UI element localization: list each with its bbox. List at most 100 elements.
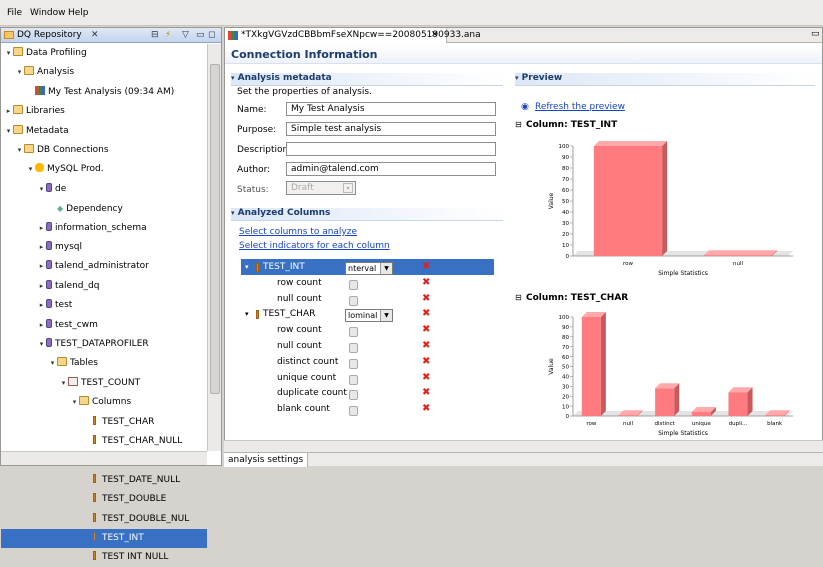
tree-item[interactable]: ▸ information_schema (1, 219, 207, 238)
delete-icon[interactable]: ✖ (422, 385, 430, 401)
indicator-options-icon[interactable] (349, 390, 358, 401)
collapse-chevron-icon[interactable]: ▸ (37, 219, 46, 238)
indicator-options-icon[interactable] (349, 343, 358, 353)
expand-chevron-icon[interactable]: ▾ (245, 306, 249, 322)
menu-help[interactable]: Help (68, 8, 89, 18)
indicator-row[interactable]: blank count ✖ (241, 401, 494, 417)
tree-item[interactable]: TEST_DATE_NULL (1, 471, 207, 490)
expand-chevron-icon[interactable]: ▾ (37, 180, 46, 199)
tree-item[interactable]: ▾ TEST_DATAPROFILER (1, 335, 207, 354)
link-editor-icon[interactable]: ⚡ (165, 30, 171, 40)
tree-item[interactable]: ▸ talend_administrator (1, 257, 207, 276)
expand-chevron-icon[interactable]: ▾ (48, 354, 57, 373)
tree-item[interactable]: TEST_DOUBLE (1, 490, 207, 509)
tree-item[interactable]: ▸ talend_dq (1, 277, 207, 296)
delete-icon[interactable]: ✖ (422, 322, 430, 338)
maximize-icon[interactable]: ◻ (208, 30, 215, 40)
tree-item[interactable]: TEST_CHAR (1, 413, 207, 432)
collapse-chevron-icon[interactable]: ▸ (37, 277, 46, 296)
scroll-thumb[interactable] (210, 64, 220, 394)
tree-item[interactable]: ▾ Analysis (1, 63, 207, 82)
editor-horizontal-scrollbar[interactable] (224, 440, 823, 452)
tree-horizontal-scrollbar[interactable] (1, 451, 207, 465)
indicator-row[interactable]: distinct count ✖ (241, 354, 494, 370)
analyzed-column-row[interactable]: ▾ TEST_INT nterval ▼ ✖ (241, 259, 494, 275)
tree-item[interactable]: ▾ DB Connections (1, 141, 207, 160)
tree-item[interactable]: ▾ Data Profiling (1, 44, 207, 63)
tree-item[interactable]: ▸ test (1, 296, 207, 315)
expand-chevron-icon[interactable]: ▾ (4, 44, 13, 63)
delete-icon[interactable]: ✖ (422, 354, 430, 370)
tree-item[interactable]: ▾ TEST_COUNT (1, 374, 207, 393)
close-editor-icon[interactable]: ✕ (431, 30, 439, 40)
tree-item[interactable]: TEST_INT (1, 529, 207, 548)
delete-icon[interactable]: ✖ (422, 275, 430, 291)
delete-icon[interactable]: ✖ (422, 306, 430, 322)
delete-icon[interactable]: ✖ (422, 259, 430, 275)
collapse-chevron-icon[interactable]: ▸ (37, 257, 46, 276)
indicator-options-icon[interactable] (349, 279, 358, 290)
menu-window[interactable]: Window (30, 8, 66, 18)
tree-item[interactable]: ▾ Metadata (1, 122, 207, 141)
tree-item[interactable]: TEST_CHAR_NULL (1, 432, 207, 451)
collapse-icon[interactable]: ⊟ (515, 120, 522, 129)
refresh-preview-link[interactable]: Refresh the preview (535, 102, 625, 112)
collapse-chevron-icon[interactable]: ▸ (4, 102, 13, 121)
repository-tab[interactable]: DQ Repository ✕ ⊟ ⚡ ▽ ▭ ◻ (1, 28, 221, 43)
menu-file[interactable]: File (7, 8, 22, 18)
collapse-chevron-icon[interactable]: ▸ (37, 316, 46, 335)
tree-vertical-scrollbar[interactable] (207, 44, 221, 451)
tree-item[interactable]: ▾ de (1, 180, 207, 199)
refresh-icon[interactable]: ◉ (521, 102, 529, 112)
collapse-chevron-icon[interactable]: ▸ (37, 238, 46, 257)
collapse-chevron-icon[interactable]: ▸ (37, 296, 46, 315)
name-field[interactable]: My Test Analysis (286, 102, 496, 116)
delete-icon[interactable]: ✖ (422, 370, 430, 386)
description-field[interactable] (286, 142, 496, 156)
purpose-field[interactable]: Simple test analysis (286, 122, 496, 136)
tree-item[interactable]: ▾ Tables (1, 354, 207, 373)
expand-chevron-icon[interactable]: ▾ (70, 393, 79, 412)
tree-item[interactable]: ▸ mysql (1, 238, 207, 257)
view-menu-icon[interactable]: ▽ (182, 30, 189, 40)
status-select[interactable]: Draft ▾ (286, 181, 356, 195)
tree-item[interactable]: TEST_DOUBLE_NUL (1, 510, 207, 529)
expand-chevron-icon[interactable]: ▾ (59, 374, 68, 393)
minimize-editor-icon[interactable]: ▭ (811, 29, 820, 39)
indicator-row[interactable]: row count ✖ (241, 275, 494, 291)
analysis-metadata-section[interactable]: ▾ Analysis metadata (231, 73, 503, 86)
expand-chevron-icon[interactable]: ▾ (26, 160, 35, 179)
analyzed-column-row[interactable]: ▾ TEST_CHAR lominal ▼ ✖ (241, 306, 494, 323)
collapse-icon[interactable]: ⊟ (515, 293, 522, 302)
select-indicators-link[interactable]: Select indicators for each column (239, 241, 390, 251)
indicator-options-icon[interactable] (349, 358, 358, 369)
tree-item[interactable]: ◆ Dependency (1, 199, 207, 218)
select-columns-link[interactable]: Select columns to analyze (239, 227, 357, 237)
tree-item[interactable]: My Test Analysis (09:34 AM) (1, 83, 207, 102)
indicator-row[interactable]: row count ✖ (241, 322, 494, 338)
indicator-row[interactable]: unique count ✖ (241, 370, 494, 386)
tree-item[interactable]: TEST INT NULL (1, 548, 207, 567)
delete-icon[interactable]: ✖ (422, 401, 430, 417)
indicator-row[interactable]: duplicate count ✖ (241, 385, 494, 401)
indicator-options-icon[interactable] (349, 327, 358, 338)
expand-chevron-icon[interactable]: ▾ (15, 141, 24, 160)
tree-item[interactable]: ▾ Columns (1, 393, 207, 412)
analyzed-columns-section[interactable]: ▾ Analyzed Columns (231, 208, 503, 221)
editor-tab[interactable]: *TXkgVGVzdCBBbmFseXNpcw==200805190933.an… (225, 28, 481, 43)
close-tab-icon[interactable]: ✕ (91, 30, 99, 40)
expand-chevron-icon[interactable]: ▾ (4, 122, 13, 141)
indicator-options-icon[interactable] (349, 406, 358, 417)
datamining-type-select[interactable]: nterval ▼ (345, 262, 393, 275)
expand-chevron-icon[interactable]: ▾ (15, 63, 24, 82)
tree-item[interactable]: ▸ test_cwm (1, 316, 207, 335)
preview-section[interactable]: ▾ Preview (515, 73, 815, 86)
tree-item[interactable]: ▸ Libraries (1, 102, 207, 121)
tree-item[interactable]: ▾ MySQL Prod. (1, 160, 207, 179)
analysis-settings-tab[interactable]: analysis settings (224, 453, 309, 467)
author-field[interactable]: admin@talend.com (286, 162, 496, 176)
expand-chevron-icon[interactable]: ▾ (37, 335, 46, 354)
datamining-type-select[interactable]: lominal ▼ (345, 309, 393, 323)
indicator-row[interactable]: null count ✖ (241, 338, 494, 354)
indicator-options-icon[interactable] (349, 295, 358, 306)
